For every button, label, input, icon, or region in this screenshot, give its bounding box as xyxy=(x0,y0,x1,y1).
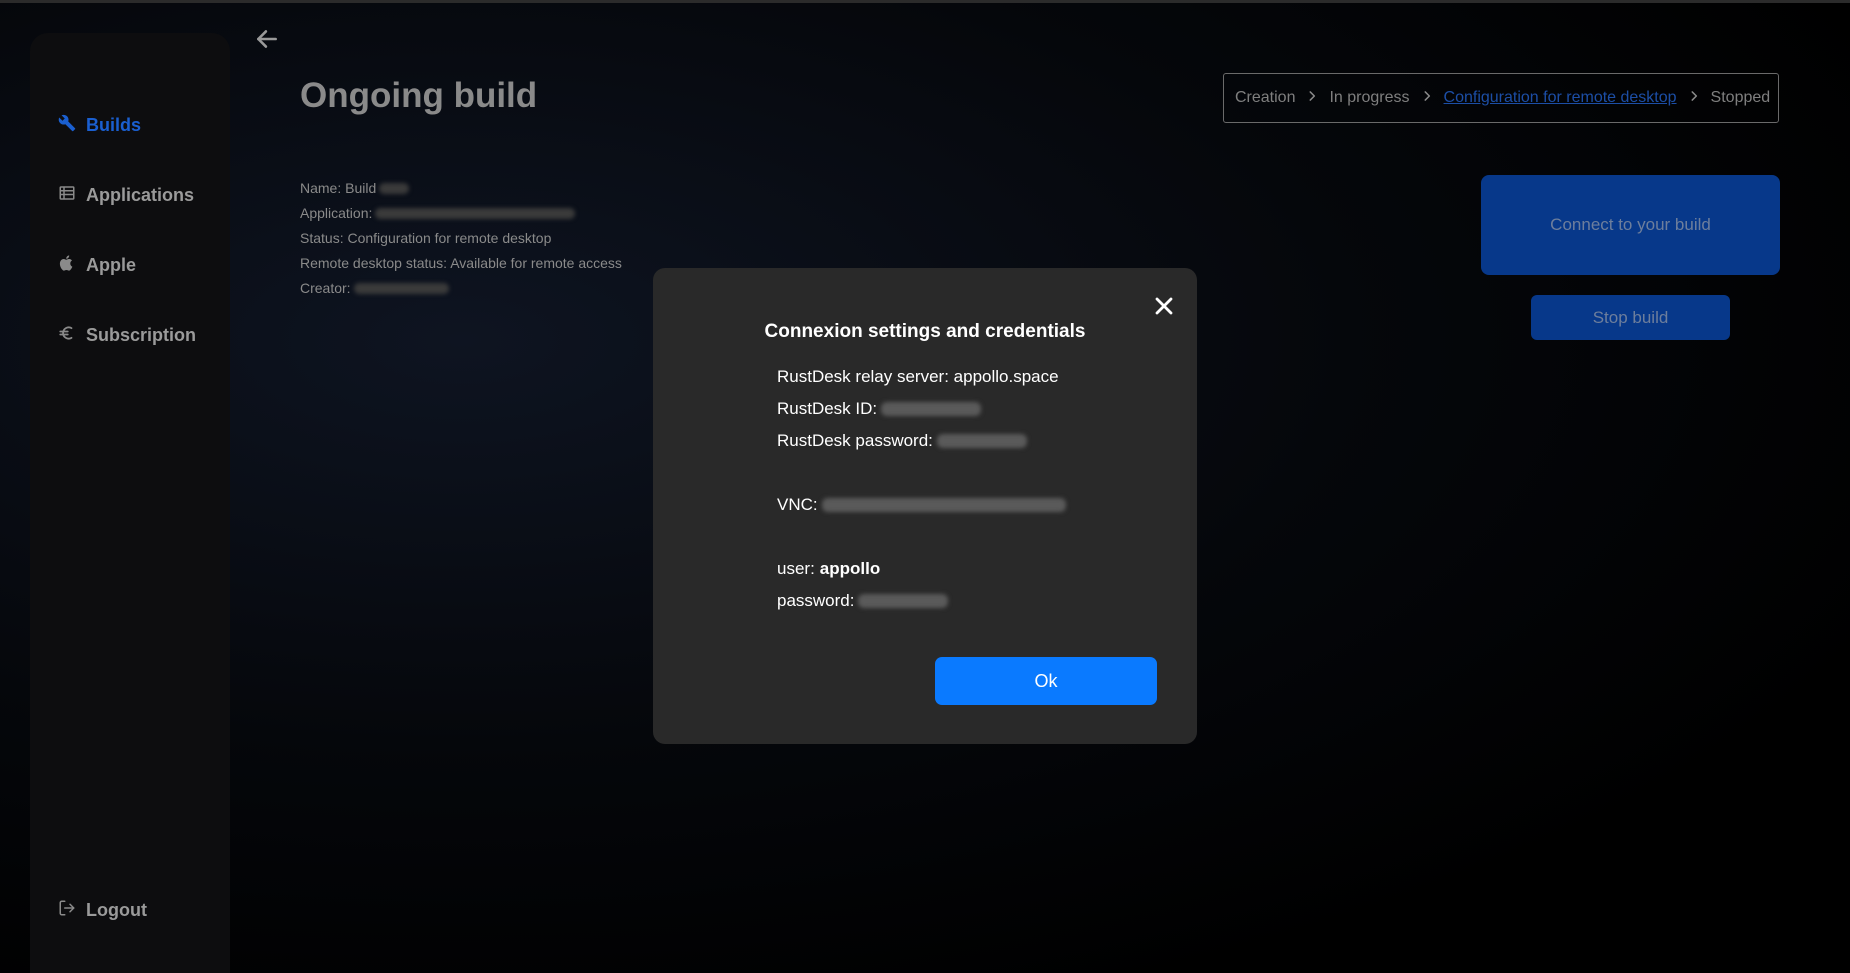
logout-button[interactable]: Logout xyxy=(58,899,147,922)
app-window: Builds Applications Apple Subscription L… xyxy=(0,0,1850,973)
rustdesk-id-row: RustDesk ID: xyxy=(777,399,982,419)
redacted-value xyxy=(379,183,410,194)
apple-icon xyxy=(58,254,76,277)
redacted-value[interactable] xyxy=(821,498,1066,512)
relay-server-label[interactable]: RustDesk relay server: appollo.space xyxy=(777,367,1059,387)
rustdesk-password-row: RustDesk password: xyxy=(777,431,1027,451)
rustdesk-password-label: RustDesk password: xyxy=(777,431,933,450)
redacted-value[interactable] xyxy=(936,434,1027,448)
user-label: user: xyxy=(777,559,815,578)
redacted-value[interactable] xyxy=(858,594,949,608)
creator-label: Creator: xyxy=(300,280,351,296)
creator-row: Creator: xyxy=(300,276,622,301)
user-row: user: appollo xyxy=(777,559,880,579)
redacted-value xyxy=(375,208,576,219)
euro-icon xyxy=(58,324,76,347)
close-icon[interactable] xyxy=(1152,294,1176,318)
status-label: Status: Configuration for remote desktop xyxy=(300,230,552,246)
breadcrumb-step-configuration[interactable]: Configuration for remote desktop xyxy=(1444,89,1677,107)
password-label: password: xyxy=(777,591,855,610)
breadcrumb: Creation In progress Configuration for r… xyxy=(1223,73,1779,123)
chevron-right-icon xyxy=(1305,89,1319,108)
redacted-value[interactable] xyxy=(881,402,982,416)
logout-label: Logout xyxy=(86,900,147,920)
connect-to-build-button[interactable]: Connect to your build xyxy=(1481,175,1780,275)
rustdesk-id-label: RustDesk ID: xyxy=(777,399,878,418)
build-info: Name: Build Application: Status: Configu… xyxy=(300,176,622,301)
list-icon xyxy=(58,184,76,207)
sidebar-item-apple[interactable]: Apple xyxy=(58,254,136,277)
top-border xyxy=(0,0,1850,3)
remote-status-row: Remote desktop status: Available for rem… xyxy=(300,251,622,276)
stop-build-button[interactable]: Stop build xyxy=(1531,295,1730,340)
password-row: password: xyxy=(777,591,949,611)
ok-button[interactable]: Ok xyxy=(935,657,1157,705)
status-row: Status: Configuration for remote desktop xyxy=(300,226,622,251)
page-title: Ongoing build xyxy=(300,76,538,115)
wrench-icon xyxy=(58,114,76,137)
back-arrow-icon[interactable] xyxy=(254,26,280,52)
vnc-label: VNC: xyxy=(777,495,818,514)
sidebar-item-subscription[interactable]: Subscription xyxy=(58,324,196,347)
chevron-right-icon xyxy=(1687,89,1701,108)
remote-status-label: Remote desktop status: Available for rem… xyxy=(300,255,622,271)
build-name-label: Name: Build xyxy=(300,180,377,196)
breadcrumb-step-stopped[interactable]: Stopped xyxy=(1711,89,1771,107)
breadcrumb-step-in-progress[interactable]: In progress xyxy=(1329,89,1409,107)
application-label: Application: xyxy=(300,205,373,221)
credentials-modal: Connexion settings and credentials RustD… xyxy=(653,268,1197,744)
logout-icon xyxy=(58,899,76,922)
application-row: Application: xyxy=(300,201,622,226)
relay-server-row: RustDesk relay server: appollo.space xyxy=(777,367,1059,387)
sidebar-item-label: Subscription xyxy=(86,325,197,345)
sidebar-item-applications[interactable]: Applications xyxy=(58,184,194,207)
sidebar-item-label: Builds xyxy=(86,115,142,135)
build-name-row: Name: Build xyxy=(300,176,622,201)
sidebar-item-label: Apple xyxy=(86,255,137,275)
user-value[interactable]: appollo xyxy=(820,559,880,579)
sidebar-item-label: Applications xyxy=(86,185,195,205)
modal-title: Connexion settings and credentials xyxy=(764,321,1086,342)
sidebar: Builds Applications Apple Subscription L… xyxy=(30,33,230,973)
redacted-value xyxy=(353,283,449,294)
sidebar-item-builds[interactable]: Builds xyxy=(58,114,141,137)
chevron-right-icon xyxy=(1420,89,1434,108)
vnc-row: VNC: xyxy=(777,495,1066,515)
breadcrumb-step-creation[interactable]: Creation xyxy=(1235,89,1295,107)
